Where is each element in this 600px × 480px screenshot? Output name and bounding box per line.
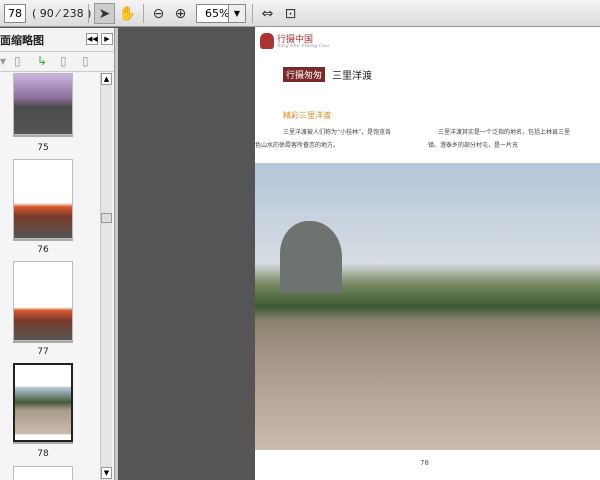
landscape-photo: [255, 163, 600, 450]
collapse-panel-icon[interactable]: ◀◀: [86, 33, 98, 45]
panel-title: 面缩略图: [0, 33, 44, 47]
thumbnail-label: 75: [37, 143, 49, 153]
brand-logo: [260, 33, 274, 49]
page-footer-number: 78: [420, 459, 429, 467]
paragraph-right: 三里洋渡其实是一个泛指的地名，包括上林县三里镇、澄泰乡的部分村屯，是一片充: [428, 129, 571, 149]
options-dropdown-icon[interactable]: ▾: [0, 54, 6, 68]
document-page: 行摄中国 Xing She Zhong Guo 行摄匆匆 三里洋渡 精彩三里洋渡…: [255, 27, 600, 480]
karst-peak: [280, 221, 342, 293]
divider: [252, 4, 253, 23]
scroll-down-icon[interactable]: ▼: [101, 467, 112, 479]
thumbnail-scrollbar[interactable]: ▲ ▼: [100, 73, 112, 480]
panel-tools: ▾ ▯ ↳ ▯ ▯: [0, 52, 115, 72]
panel-splitter[interactable]: [114, 28, 118, 480]
select-arrow-icon[interactable]: ➤: [94, 3, 115, 24]
brand-subtitle: Xing She Zhong Guo: [277, 43, 330, 49]
zoom-out-icon[interactable]: ⊖: [148, 3, 169, 24]
thumbnail-label: 76: [37, 245, 49, 255]
paragraph-left: 三里洋渡被人们称为“小桂林”，是饱览各色山水的徐霞客所眷恋的地方。: [255, 129, 392, 149]
page-number-input[interactable]: 78: [4, 4, 26, 23]
thumbnail-page-77[interactable]: [13, 261, 73, 341]
thumbnail-label: 78: [37, 449, 49, 459]
fit-width-icon[interactable]: ⇔: [257, 3, 278, 24]
thumbnail-page-75[interactable]: [13, 73, 73, 135]
insert-page-icon[interactable]: ↳: [37, 54, 47, 68]
divider: [143, 4, 144, 23]
thumbnail-panel: 面缩略图 ◀◀ ▶ ▾ ▯ ↳ ▯ ▯ 75 76 77 78 ▲ ▼: [0, 28, 115, 480]
page-count: ( 90 ⁄ 238 ): [32, 7, 92, 20]
subheading: 精彩三里洋渡: [283, 111, 331, 120]
thumbnail-list: 75 76 77 78: [0, 73, 99, 480]
thumbnail-page-76[interactable]: [13, 159, 73, 239]
zoom-dropdown-chevron-icon[interactable]: ▼: [228, 4, 246, 23]
divider: [88, 4, 89, 23]
hand-icon[interactable]: ✋: [117, 3, 138, 24]
thumbnail-page-78[interactable]: [13, 363, 73, 442]
section-title: 三里洋渡: [332, 71, 372, 82]
section-badge: 行摄匆匆: [283, 67, 326, 82]
zoom-in-icon[interactable]: ⊕: [170, 3, 191, 24]
scroll-up-icon[interactable]: ▲: [101, 73, 112, 85]
delete-page-icon[interactable]: ▯: [14, 54, 21, 68]
rotate-left-icon[interactable]: ▯: [60, 54, 67, 68]
thumbnail-label: 77: [37, 347, 49, 357]
rotate-right-icon[interactable]: ▯: [82, 54, 89, 68]
scrollbar-thumb[interactable]: [101, 213, 112, 223]
panel-options-icon[interactable]: ▶: [101, 33, 113, 45]
thumbnail-page-79[interactable]: [13, 466, 73, 480]
toolbar: 78 ( 90 ⁄ 238 ) ➤ ✋ ⊖ ⊕ 65% ▼ ⇔ ⊡: [0, 0, 600, 27]
fit-page-icon[interactable]: ⊡: [280, 3, 301, 24]
